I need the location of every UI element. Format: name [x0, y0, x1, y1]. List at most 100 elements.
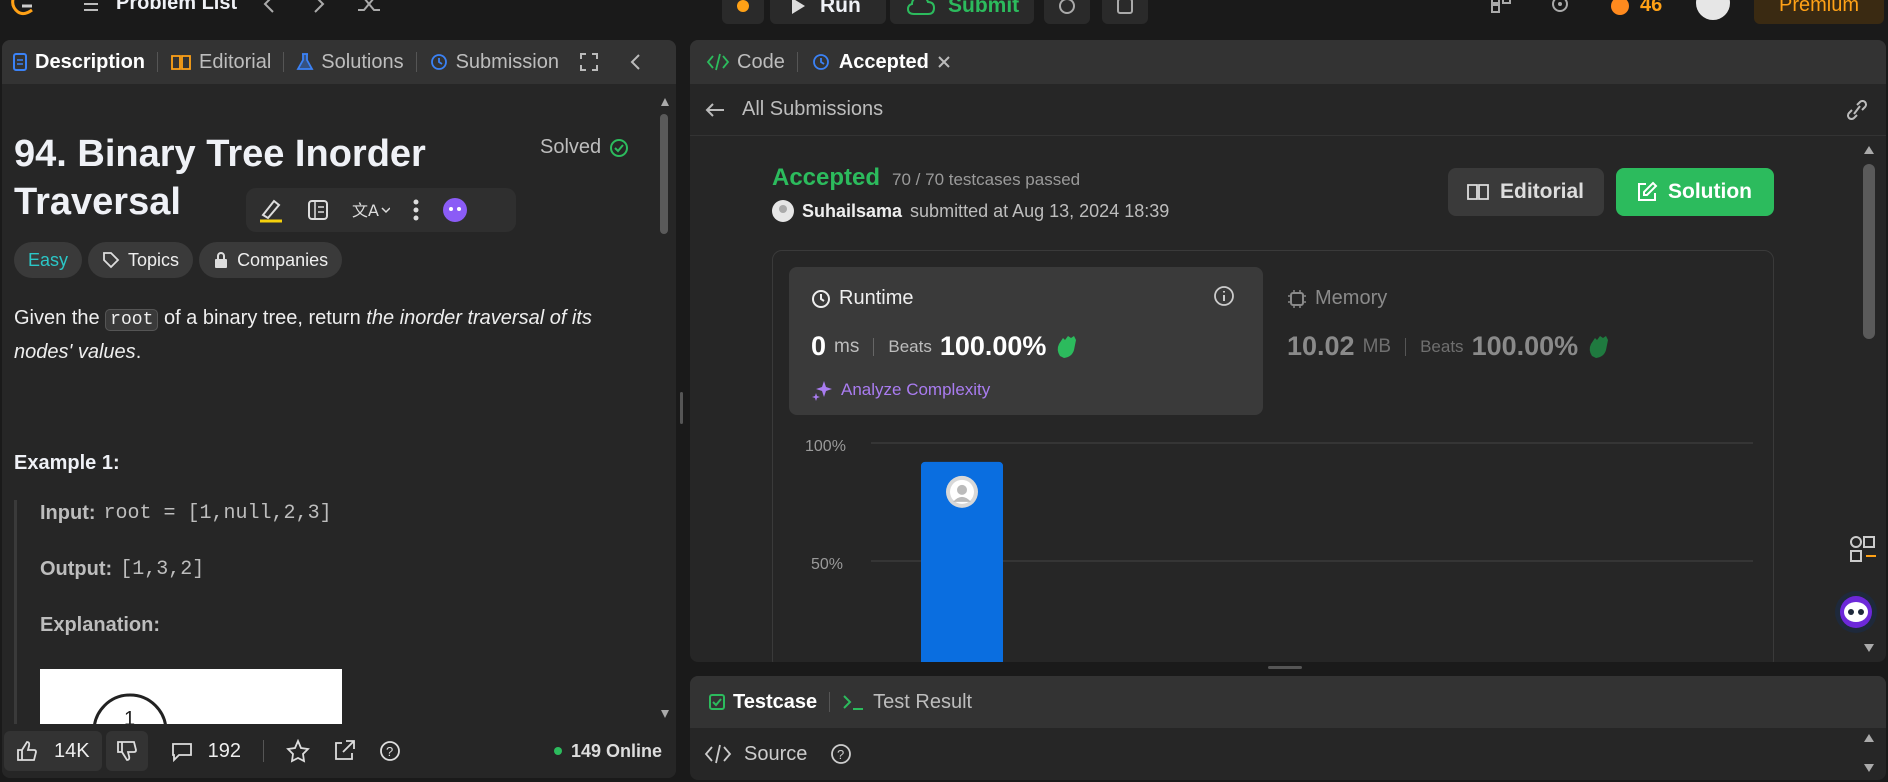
tag-icon	[103, 252, 120, 269]
history-icon	[812, 54, 829, 70]
online-count: 149 Online	[553, 741, 662, 762]
tab-test-result[interactable]: Test Result	[842, 691, 972, 714]
tab-description[interactable]: Description	[12, 51, 145, 74]
premium-button[interactable]: Premium	[1754, 0, 1884, 24]
streak-counter[interactable]: 46	[1610, 0, 1662, 17]
all-submissions-link[interactable]: All Submissions	[704, 98, 883, 121]
comments-button[interactable]: 192	[170, 740, 241, 763]
link-icon[interactable]	[1844, 99, 1870, 120]
runtime-card[interactable]: Runtime 0 ms Beats 100.00% Analyze Compl…	[789, 267, 1263, 415]
note-icon[interactable]	[306, 198, 330, 222]
source-toggle[interactable]: Source ?	[704, 742, 853, 766]
tab-solutions[interactable]: Solutions	[296, 51, 404, 74]
svg-text:文A: 文A	[352, 201, 379, 220]
book-icon	[171, 55, 191, 70]
console-tabbar: Testcase Test Result	[690, 676, 1886, 728]
thumbs-up-icon	[17, 741, 37, 761]
clap-icon	[1058, 335, 1077, 358]
online-dot-icon	[553, 747, 562, 755]
notes-button[interactable]	[1102, 0, 1148, 24]
example-input: Input: root = [1,null,2,3]	[40, 502, 332, 525]
ai-assistant-icon[interactable]	[442, 197, 468, 223]
edit-icon	[1638, 181, 1658, 201]
accepted-label: Accepted	[772, 164, 881, 191]
user-avatar	[772, 200, 794, 222]
like-button[interactable]: 14K	[4, 731, 102, 771]
dislike-button[interactable]	[105, 731, 148, 771]
editorial-button[interactable]: Editorial	[1448, 168, 1604, 216]
help-icon[interactable]: ?	[829, 742, 853, 766]
layout-icon[interactable]	[1490, 0, 1512, 14]
inline-code: root	[105, 309, 159, 331]
description-footer: 14K 192 ? 149 Online	[2, 724, 676, 778]
more-options-icon[interactable]	[412, 198, 420, 222]
problem-list-icon[interactable]	[78, 0, 100, 14]
companies-chip[interactable]: Companies	[199, 242, 343, 278]
clap-icon	[1589, 335, 1609, 358]
submit-button[interactable]: Submit	[890, 0, 1034, 24]
memory-card[interactable]: Memory 10.02 MB Beats 100.00%	[1287, 267, 1747, 415]
book-icon	[1467, 184, 1489, 200]
history-icon	[430, 54, 447, 70]
collapse-panel-icon[interactable]	[629, 52, 641, 72]
username[interactable]: Suhailsama	[802, 201, 902, 222]
highlighter-icon[interactable]	[258, 197, 284, 223]
tab-testcase[interactable]: Testcase	[708, 691, 817, 714]
problem-list-link[interactable]: Problem List	[116, 0, 237, 15]
shuffle-icon[interactable]	[356, 0, 382, 14]
check-circle-icon	[610, 138, 629, 157]
expand-icon[interactable]	[579, 52, 599, 72]
debug-button[interactable]	[722, 0, 764, 24]
horizontal-splitter[interactable]	[1268, 666, 1302, 669]
footer-divider	[262, 740, 264, 762]
chip-icon	[1288, 289, 1306, 308]
tab-editorial[interactable]: Editorial	[170, 51, 271, 74]
timer-button[interactable]	[1044, 0, 1090, 24]
solution-button[interactable]: Solution	[1616, 168, 1774, 216]
testcases-passed: 70 / 70 testcases passed	[892, 170, 1081, 189]
runtime-heading: Runtime	[811, 287, 913, 310]
avatar[interactable]	[1696, 0, 1730, 20]
tree-diagram-image: 1	[40, 669, 342, 725]
submission-status: Accepted 70 / 70 testcases passed	[772, 164, 1080, 192]
description-scrollbar[interactable]	[660, 96, 670, 720]
comment-icon	[171, 743, 192, 762]
clock-icon	[812, 289, 830, 308]
console-scrollbar[interactable]	[1862, 732, 1876, 774]
tab-code[interactable]: Code	[706, 51, 785, 74]
prev-problem-icon[interactable]	[262, 0, 276, 14]
close-icon[interactable]	[936, 54, 952, 70]
leetcode-logo[interactable]	[10, 0, 38, 16]
analyze-complexity-link[interactable]: Analyze Complexity	[811, 379, 990, 401]
vertical-splitter[interactable]	[680, 392, 683, 424]
runtime-values: 0 ms Beats 100.00%	[811, 331, 1080, 362]
description-panel: Description Editorial Solutions Submissi…	[2, 40, 676, 778]
tab-submission[interactable]: Submission	[429, 51, 559, 74]
translate-icon[interactable]: 文A	[352, 198, 390, 222]
run-button[interactable]: Run	[770, 0, 886, 24]
description-tabbar: Description Editorial Solutions Submissi…	[2, 40, 676, 84]
svg-text:?: ?	[386, 744, 393, 759]
topics-chip[interactable]: Topics	[88, 242, 194, 278]
top-navbar: Problem List Run Submit 46 Premium	[0, 0, 1888, 28]
submission-scrollbar[interactable]	[1862, 144, 1876, 654]
y-tick-100: 100%	[805, 438, 846, 455]
code-icon	[704, 744, 732, 764]
terminal-icon	[843, 695, 864, 710]
tab-divider	[283, 52, 285, 72]
tab-accepted[interactable]: Accepted	[810, 51, 952, 74]
star-icon[interactable]	[286, 739, 310, 763]
help-icon[interactable]: ?	[378, 739, 402, 763]
chat-assistant-icon[interactable]	[1834, 590, 1878, 634]
settings-gear-icon[interactable]	[1548, 0, 1572, 14]
next-problem-icon[interactable]	[312, 0, 326, 14]
flask-icon	[296, 53, 314, 70]
submission-tabbar: Code Accepted	[690, 40, 1886, 84]
info-icon[interactable]	[1213, 285, 1235, 307]
share-icon[interactable]	[332, 739, 356, 763]
memory-values: 10.02 MB Beats 100.00%	[1287, 331, 1612, 362]
bar-user-avatar	[946, 475, 978, 508]
tab-divider	[157, 52, 159, 72]
feature-icon[interactable]	[1846, 532, 1880, 566]
svg-text:1: 1	[124, 708, 135, 725]
